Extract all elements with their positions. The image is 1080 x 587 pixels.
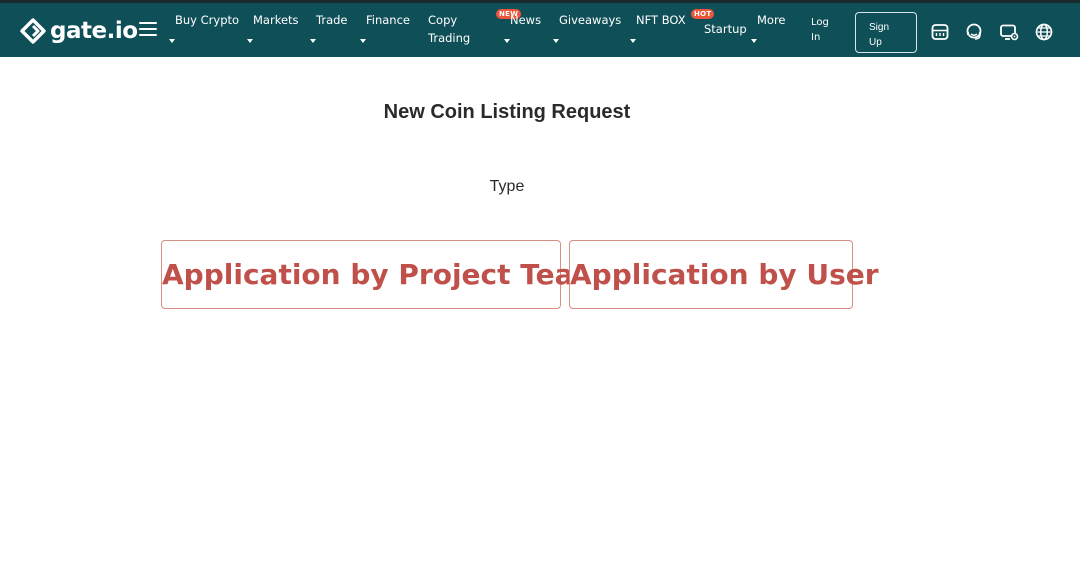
application-by-user-button[interactable]: Application by User: [569, 240, 879, 309]
login-line1: Log: [811, 17, 829, 28]
nav-label: Finance: [366, 13, 410, 27]
nav-trade[interactable]: Trade: [316, 11, 348, 29]
signup-button[interactable]: Sign Up: [855, 12, 917, 53]
login-line2: In: [811, 32, 821, 43]
chevron-down-icon: [360, 39, 366, 43]
nav-label: Trade: [316, 13, 348, 27]
app-download-icon[interactable]: [930, 22, 950, 42]
nav-markets[interactable]: Markets: [253, 11, 299, 29]
logo-text: gate.io: [50, 18, 138, 44]
application-by-project-team-button[interactable]: Application by Project Team: [161, 240, 603, 309]
chevron-down-icon: [751, 39, 757, 43]
nav-giveaways[interactable]: Giveaways: [559, 11, 621, 29]
type-label: Type: [489, 178, 525, 195]
nav-label: Startup: [704, 22, 747, 36]
signup-line1: Sign: [869, 21, 890, 33]
nav-startup[interactable]: Startup: [704, 20, 747, 38]
chevron-down-icon: [310, 39, 316, 43]
nav-more[interactable]: More: [757, 11, 786, 29]
nav-label: NFT BOX: [636, 13, 686, 27]
nav-label: Buy Crypto: [175, 13, 240, 27]
nav-label: More: [757, 13, 786, 27]
chevron-down-icon: [247, 39, 253, 43]
display-settings-icon[interactable]: [999, 22, 1019, 42]
nav-label-line2: Trading: [428, 31, 471, 45]
menu-icon[interactable]: [139, 22, 157, 38]
hot-badge: HOT: [691, 9, 715, 19]
globe-icon[interactable]: [1034, 22, 1054, 42]
top-nav-bar: gate.io Buy Crypto Markets Trade Finance…: [0, 0, 1080, 57]
page-title: New Coin Listing Request: [383, 101, 631, 123]
nav-label: News: [510, 13, 542, 27]
gate-logo-icon: [20, 18, 46, 44]
chevron-down-icon: [504, 39, 510, 43]
chevron-down-icon: [169, 39, 175, 43]
login-link[interactable]: Log In: [811, 15, 829, 45]
chevron-down-icon: [553, 39, 559, 43]
chevron-down-icon: [630, 39, 636, 43]
nav-finance[interactable]: Finance: [366, 11, 410, 29]
gate-logo[interactable]: gate.io: [20, 16, 138, 46]
nav-copy-trading[interactable]: Copy Trading: [428, 11, 470, 47]
signup-line2: Up: [869, 36, 882, 48]
nav-label: Giveaways: [559, 13, 622, 27]
nav-nft-box[interactable]: NFT BOX: [636, 11, 686, 29]
nav-buy-crypto[interactable]: Buy Crypto: [175, 11, 239, 29]
nav-label-line1: Copy: [428, 13, 458, 27]
nav-label: Markets: [253, 13, 299, 27]
customer-support-icon[interactable]: [964, 22, 984, 42]
nav-news[interactable]: News: [510, 11, 541, 29]
